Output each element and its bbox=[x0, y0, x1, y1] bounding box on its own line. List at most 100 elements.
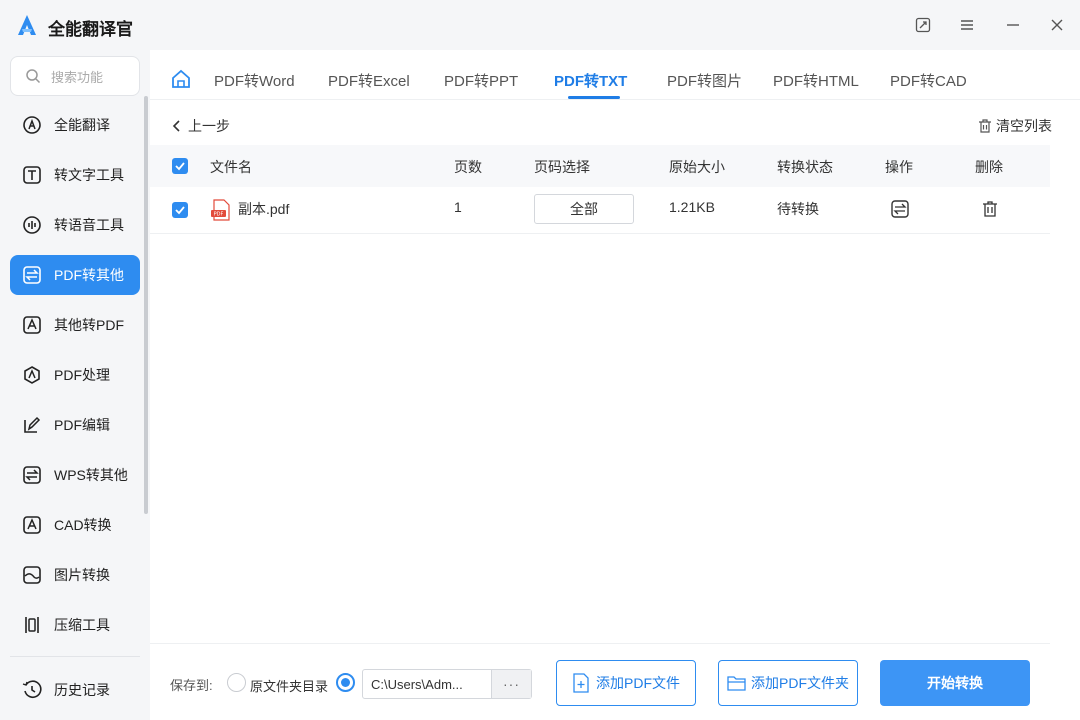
tab-pdf-to-excel[interactable]: PDF转Excel bbox=[328, 70, 410, 91]
sidebar-item-cad[interactable]: CAD转换 bbox=[10, 505, 140, 545]
close-icon[interactable] bbox=[1046, 14, 1068, 36]
sidebar-divider bbox=[10, 656, 140, 657]
header-pages: 页数 bbox=[454, 159, 482, 175]
sidebar-item-label: 转语音工具 bbox=[54, 217, 124, 233]
audio-icon bbox=[22, 215, 42, 235]
header-page-select: 页码选择 bbox=[534, 159, 590, 175]
file-size: 1.21KB bbox=[669, 199, 715, 215]
text-icon bbox=[22, 165, 42, 185]
edit-icon bbox=[22, 415, 42, 435]
original-folder-label: 原文件夹目录 bbox=[250, 679, 329, 694]
swap-icon bbox=[22, 265, 42, 285]
tab-pdf-to-ppt[interactable]: PDF转PPT bbox=[444, 70, 518, 91]
sidebar-item-label: WPS转其他 bbox=[54, 467, 128, 483]
chevron-left-icon bbox=[172, 120, 180, 132]
header-action: 操作 bbox=[885, 159, 913, 175]
minimize-icon[interactable] bbox=[1002, 14, 1024, 36]
sidebar-item-label: 历史记录 bbox=[54, 682, 110, 698]
svg-text:PDF: PDF bbox=[214, 212, 224, 218]
add-pdf-folder-label: 添加PDF文件夹 bbox=[751, 675, 849, 691]
sidebar-scrollbar[interactable] bbox=[144, 96, 148, 514]
page-select-button[interactable]: 全部 bbox=[534, 194, 634, 224]
sidebar-item-label: 图片转换 bbox=[54, 567, 110, 583]
sidebar-item-translate[interactable]: 全能翻译 bbox=[10, 105, 140, 145]
sidebar-item-label: CAD转换 bbox=[54, 517, 112, 533]
radio-custom-path[interactable] bbox=[336, 673, 355, 692]
output-path-field[interactable]: C:\Users\Adm... ··· bbox=[362, 669, 532, 699]
file-name: 副本.pdf bbox=[238, 201, 290, 217]
sidebar-item-label: PDF转其他 bbox=[54, 267, 124, 283]
back-button[interactable]: 上一步 bbox=[170, 116, 230, 136]
translate-icon bbox=[22, 115, 42, 135]
clear-list-label: 清空列表 bbox=[996, 118, 1052, 134]
tab-pdf-to-cad[interactable]: PDF转CAD bbox=[890, 70, 967, 91]
check-icon bbox=[175, 206, 185, 215]
app-logo-icon bbox=[18, 15, 36, 35]
tab-pdf-to-image[interactable]: PDF转图片 bbox=[667, 70, 742, 91]
delete-icon[interactable] bbox=[981, 200, 999, 218]
sidebar-item-label: 压缩工具 bbox=[54, 617, 110, 633]
save-to-label: 保存到: bbox=[170, 678, 213, 693]
pdf-icon bbox=[22, 315, 42, 335]
sidebar: 搜索功能 全能翻译 转文字工具 转语音工具 PDF转其他 其他转PDF PDF处… bbox=[0, 50, 150, 720]
trash-icon bbox=[979, 119, 991, 133]
title-bar: 全能翻译官 bbox=[0, 0, 1080, 50]
search-icon bbox=[26, 69, 41, 84]
add-pdf-folder-button[interactable]: 添加PDF文件夹 bbox=[718, 660, 858, 706]
tab-pdf-to-word[interactable]: PDF转Word bbox=[214, 70, 295, 91]
sidebar-item-pdf-to-other[interactable]: PDF转其他 bbox=[10, 255, 140, 295]
table-row: PDF 副本.pdf 1 全部 1.21KB 待转换 bbox=[150, 187, 1050, 234]
output-path-text: C:\Users\Adm... bbox=[371, 677, 463, 692]
pdf-process-icon bbox=[22, 365, 42, 385]
tab-pdf-to-txt[interactable]: PDF转TXT bbox=[554, 70, 627, 91]
active-tab-indicator bbox=[568, 96, 620, 99]
header-delete: 删除 bbox=[975, 159, 1003, 175]
file-status: 待转换 bbox=[777, 201, 819, 217]
select-all-checkbox[interactable] bbox=[172, 158, 188, 174]
add-pdf-file-label: 添加PDF文件 bbox=[596, 675, 680, 691]
row-checkbox[interactable] bbox=[172, 202, 188, 218]
add-file-icon bbox=[573, 673, 589, 693]
sidebar-item-pdf-edit[interactable]: PDF编辑 bbox=[10, 405, 140, 445]
image-icon bbox=[22, 565, 42, 585]
start-convert-button[interactable]: 开始转换 bbox=[880, 660, 1030, 706]
sidebar-item-label: 转文字工具 bbox=[54, 167, 124, 183]
sidebar-item-image[interactable]: 图片转换 bbox=[10, 555, 140, 595]
tab-bar: PDF转Word PDF转Excel PDF转PPT PDF转TXT PDF转图… bbox=[150, 50, 1080, 100]
add-pdf-file-button[interactable]: 添加PDF文件 bbox=[556, 660, 696, 706]
sidebar-item-wps-to-other[interactable]: WPS转其他 bbox=[10, 455, 140, 495]
pin-icon[interactable] bbox=[912, 14, 934, 36]
search-input[interactable]: 搜索功能 bbox=[10, 56, 140, 96]
check-icon bbox=[175, 162, 185, 171]
header-size: 原始大小 bbox=[669, 159, 725, 175]
radio-original-folder[interactable] bbox=[227, 673, 246, 692]
wps-icon bbox=[22, 465, 42, 485]
sidebar-item-pdf-process[interactable]: PDF处理 bbox=[10, 355, 140, 395]
convert-icon[interactable] bbox=[891, 200, 909, 218]
menu-icon[interactable] bbox=[956, 14, 978, 36]
sidebar-item-audio-tool[interactable]: 转语音工具 bbox=[10, 205, 140, 245]
sidebar-item-label: PDF处理 bbox=[54, 367, 110, 383]
back-label: 上一步 bbox=[188, 118, 230, 134]
sidebar-item-history[interactable]: 历史记录 bbox=[10, 670, 140, 710]
file-pages: 1 bbox=[454, 199, 462, 215]
history-icon bbox=[22, 680, 42, 700]
folder-icon bbox=[727, 676, 746, 691]
clear-list-button[interactable]: 清空列表 bbox=[978, 116, 1052, 136]
compress-icon bbox=[22, 615, 42, 635]
table-header: 文件名 页数 页码选择 原始大小 转换状态 操作 删除 bbox=[150, 145, 1050, 187]
bottom-bar: 保存到: 原文件夹目录 C:\Users\Adm... ··· 添加PDF文件 … bbox=[150, 643, 1050, 720]
search-placeholder: 搜索功能 bbox=[51, 69, 104, 85]
header-status: 转换状态 bbox=[777, 159, 833, 175]
sidebar-item-text-tool[interactable]: 转文字工具 bbox=[10, 155, 140, 195]
main-panel: PDF转Word PDF转Excel PDF转PPT PDF转TXT PDF转图… bbox=[150, 50, 1080, 720]
cad-icon bbox=[22, 515, 42, 535]
sidebar-item-other-to-pdf[interactable]: 其他转PDF bbox=[10, 305, 140, 345]
app-title: 全能翻译官 bbox=[48, 20, 133, 39]
home-icon[interactable] bbox=[170, 68, 192, 90]
tab-pdf-to-html[interactable]: PDF转HTML bbox=[773, 70, 859, 91]
sidebar-item-label: 其他转PDF bbox=[54, 317, 124, 333]
sidebar-item-label: 全能翻译 bbox=[54, 117, 110, 133]
sidebar-item-compress[interactable]: 压缩工具 bbox=[10, 605, 140, 645]
browse-button[interactable]: ··· bbox=[491, 670, 531, 698]
